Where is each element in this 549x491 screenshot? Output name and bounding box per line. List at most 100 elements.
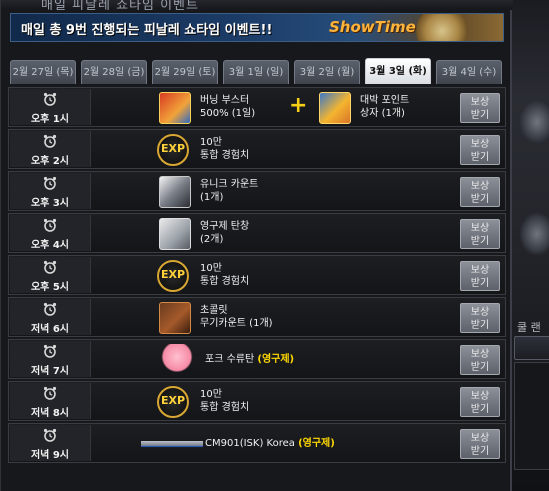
reward-name: 포크 수류탄 xyxy=(205,354,255,365)
alarm-clock-icon xyxy=(43,176,57,190)
permanent-badge: (영구제) xyxy=(257,354,295,365)
reward-name: 10만 xyxy=(200,263,222,274)
unique-count-icon xyxy=(159,176,191,208)
wing-emblem-icon xyxy=(519,212,549,256)
time-cell: 저녁 6시 xyxy=(10,299,91,335)
showtime-logo: ShowTime xyxy=(329,18,416,36)
time-label: 저녁 9시 xyxy=(30,450,70,461)
side-label: 쿨 랜 xyxy=(517,321,541,334)
chocolate-icon xyxy=(159,302,191,334)
time-cell: 오후 1시 xyxy=(10,89,91,125)
reward-row: 저녁 8시 EXP 10만 통합 경험치 보상 받기 xyxy=(8,381,506,421)
claim-button[interactable]: 보상 받기 xyxy=(460,387,500,417)
time-label: 오후 3시 xyxy=(30,198,70,209)
reward-extra-name: 대박 포인트 xyxy=(360,95,410,106)
time-label: 오후 5시 xyxy=(30,282,70,293)
time-label: 저녁 7시 xyxy=(30,366,70,377)
tab-mar-1[interactable]: 3월 1일 (일) xyxy=(223,60,289,84)
claim-button[interactable]: 보상 받기 xyxy=(460,219,500,249)
reward-detail: 500% (1일) xyxy=(200,108,256,119)
reward-name: CM901(ISK) Korea xyxy=(205,438,295,449)
event-banner: 매일 총 9번 진행되는 피날레 쇼타임 이벤트!! ShowTime xyxy=(10,13,504,42)
claim-button[interactable]: 보상 받기 xyxy=(460,135,500,165)
date-tabs: 2월 27일 (목) 2월 28일 (금) 2월 29일 (토) 3월 1일 (… xyxy=(10,58,504,84)
reward-row: 오후 2시 EXP 10만 통합 경험치 보상 받기 xyxy=(8,129,506,169)
time-cell: 저녁 9시 xyxy=(10,425,91,461)
alarm-clock-icon xyxy=(43,302,57,316)
time-cell: 저녁 8시 xyxy=(10,383,91,419)
time-cell: 오후 5시 xyxy=(10,257,91,293)
reward-name: 유니크 카운트 xyxy=(200,179,259,190)
reward-detail: 통합 경험치 xyxy=(200,402,250,413)
reward-row: 저녁 7시 포크 수류탄 (영구제) 보상 받기 xyxy=(8,339,506,379)
banner-text: 매일 총 9번 진행되는 피날레 쇼타임 이벤트!! xyxy=(21,23,273,38)
reward-name: 버닝 부스터 xyxy=(200,95,250,106)
tab-feb-27[interactable]: 2월 27일 (목) xyxy=(10,60,76,84)
alarm-clock-icon xyxy=(43,92,57,106)
reward-text: CM901(ISK) Korea (영구제) xyxy=(205,437,335,450)
window-title: 매일 피날레 쇼타임 이벤트 xyxy=(41,0,199,10)
reward-name: 10만 xyxy=(200,137,222,148)
alarm-clock-icon xyxy=(43,344,57,358)
claim-button[interactable]: 보상 받기 xyxy=(460,93,500,123)
reward-detail: (2개) xyxy=(200,234,224,245)
rifle-icon xyxy=(141,430,203,458)
reward-detail: 무기카운트 (1개) xyxy=(200,318,273,329)
tab-feb-29[interactable]: 2월 29일 (토) xyxy=(152,60,218,84)
reward-name: 초콜릿 xyxy=(200,305,228,316)
reward-text: 유니크 카운트 (1개) xyxy=(200,178,258,204)
time-label: 저녁 8시 xyxy=(30,408,70,419)
wing-emblem-icon xyxy=(519,100,549,144)
jackpot-box-icon xyxy=(319,92,351,124)
reward-detail: (1개) xyxy=(200,192,224,203)
reward-text: 10만 통합 경험치 xyxy=(200,136,249,162)
time-cell: 오후 3시 xyxy=(10,173,91,209)
reward-detail: 통합 경험치 xyxy=(200,276,250,287)
window-title-bar: 매일 피날레 쇼타임 이벤트 xyxy=(1,0,513,10)
exp-icon: EXP xyxy=(157,134,189,166)
claim-button[interactable]: 보상 받기 xyxy=(460,303,500,333)
reward-text: 초콜릿 무기카운트 (1개) xyxy=(200,304,273,330)
tab-mar-2[interactable]: 3월 2일 (월) xyxy=(294,60,360,84)
clock-decoration-icon xyxy=(413,14,471,41)
reward-detail: 통합 경험치 xyxy=(200,150,250,161)
reward-text: 버닝 부스터 500% (1일) xyxy=(200,94,255,120)
claim-button[interactable]: 보상 받기 xyxy=(460,429,500,459)
permanent-badge: (영구제) xyxy=(298,438,335,449)
event-window: 매일 피날레 쇼타임 이벤트 매일 총 9번 진행되는 피날레 쇼타임 이벤트!… xyxy=(0,0,513,491)
side-button[interactable] xyxy=(514,336,549,360)
exp-icon: EXP xyxy=(157,260,189,292)
reward-row: 저녁 6시 초콜릿 무기카운트 (1개) 보상 받기 xyxy=(8,297,506,337)
reward-row: 오후 4시 영구제 탄창 (2개) 보상 받기 xyxy=(8,213,506,253)
claim-button[interactable]: 보상 받기 xyxy=(460,177,500,207)
side-panel xyxy=(514,362,549,470)
tab-mar-4[interactable]: 3월 4일 (수) xyxy=(436,60,502,84)
time-label: 오후 4시 xyxy=(30,240,70,251)
magazine-icon xyxy=(159,218,191,250)
claim-button[interactable]: 보상 받기 xyxy=(460,345,500,375)
alarm-clock-icon xyxy=(43,134,57,148)
claim-button[interactable]: 보상 받기 xyxy=(460,261,500,291)
reward-text: 10만 통합 경험치 xyxy=(200,262,249,288)
tab-feb-28[interactable]: 2월 28일 (금) xyxy=(81,60,147,84)
reward-text: 10만 통합 경험치 xyxy=(200,388,249,414)
reward-name: 10만 xyxy=(200,389,222,400)
time-cell: 저녁 7시 xyxy=(10,341,91,377)
time-cell: 오후 4시 xyxy=(10,215,91,251)
boost-icon xyxy=(159,92,191,124)
reward-row: 오후 1시 버닝 부스터 500% (1일) + 대박 포인트 상자 (1개) … xyxy=(8,87,506,127)
alarm-clock-icon xyxy=(43,260,57,274)
reward-row: 저녁 9시 CM901(ISK) Korea (영구제) 보상 받기 xyxy=(8,423,506,463)
reward-row: 오후 3시 유니크 카운트 (1개) 보상 받기 xyxy=(8,171,506,211)
alarm-clock-icon xyxy=(43,428,57,442)
reward-row: 오후 5시 EXP 10만 통합 경험치 보상 받기 xyxy=(8,255,506,295)
reward-extra-detail: 상자 (1개) xyxy=(360,108,405,119)
alarm-clock-icon xyxy=(43,218,57,232)
plus-icon: + xyxy=(289,93,308,118)
time-label: 저녁 6시 xyxy=(30,324,70,335)
tab-mar-3[interactable]: 3월 3일 (화) xyxy=(365,58,431,84)
time-label: 오후 1시 xyxy=(30,114,70,125)
exp-icon: EXP xyxy=(157,386,189,418)
time-label: 오후 2시 xyxy=(30,156,70,167)
alarm-clock-icon xyxy=(43,386,57,400)
